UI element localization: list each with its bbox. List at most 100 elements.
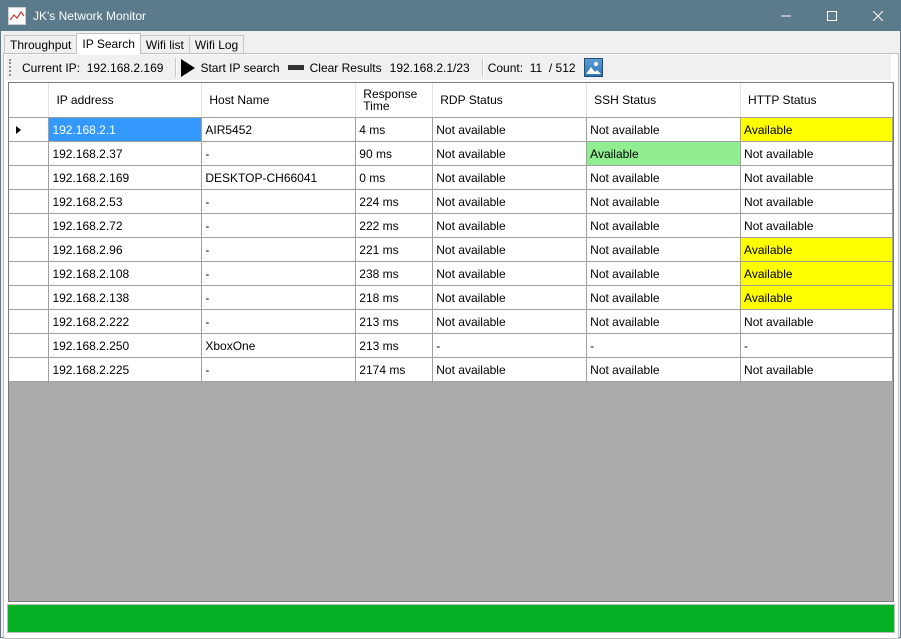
cell-ip[interactable]: 192.168.2.138 [48, 285, 203, 310]
cell-ip[interactable]: 192.168.2.37 [48, 141, 203, 166]
cell-http[interactable]: Available [740, 117, 893, 142]
column-header-response-time[interactable]: Response Time [355, 83, 434, 118]
cell-time[interactable]: 0 ms [355, 165, 434, 190]
tab-ip-search[interactable]: IP Search [76, 33, 141, 54]
subnet-field[interactable]: 192.168.2.1/23 [390, 61, 470, 75]
cell-host[interactable]: - [201, 309, 357, 334]
cell-rdp[interactable]: - [432, 333, 588, 358]
cell-ip[interactable]: 192.168.2.169 [48, 165, 203, 190]
cell-ssh[interactable]: Not available [586, 237, 742, 262]
cell-rdp[interactable]: Not available [432, 237, 588, 262]
cell-host[interactable]: XboxOne [201, 333, 357, 358]
tab-throughput[interactable]: Throughput [4, 35, 78, 53]
cell-ssh[interactable]: Not available [586, 165, 742, 190]
picture-icon[interactable] [583, 58, 603, 77]
cell-ip[interactable]: 192.168.2.96 [48, 237, 203, 262]
row-header[interactable] [9, 141, 50, 166]
cell-rdp[interactable]: Not available [432, 357, 588, 382]
cell-time[interactable]: 90 ms [355, 141, 434, 166]
results-grid[interactable]: IP address Host Name Response Time RDP S… [8, 82, 894, 602]
cell-ssh[interactable]: Not available [586, 189, 742, 214]
cell-http[interactable]: Not available [740, 309, 893, 334]
cell-ip[interactable]: 192.168.2.250 [48, 333, 203, 358]
cell-time[interactable]: 218 ms [355, 285, 434, 310]
tab-wifi-list[interactable]: Wifi list [139, 35, 190, 53]
cell-rdp[interactable]: Not available [432, 141, 588, 166]
table-row[interactable]: 192.168.2.53-224 ms Not available Not avai… [9, 189, 893, 214]
column-header-rdp[interactable]: RDP Status [432, 83, 588, 118]
cell-http[interactable]: Not available [740, 141, 893, 166]
cell-ssh[interactable]: Not available [586, 285, 742, 310]
table-row[interactable]: 192.168.2.37-90 ms Not available Available… [9, 141, 893, 166]
cell-ip[interactable]: 192.168.2.1 [48, 117, 203, 142]
cell-time[interactable]: 222 ms [355, 213, 434, 238]
cell-ip[interactable]: 192.168.2.225 [48, 357, 203, 382]
row-header[interactable] [9, 117, 50, 142]
cell-http[interactable]: Not available [740, 357, 893, 382]
row-header[interactable] [9, 189, 50, 214]
cell-ssh[interactable]: Not available [586, 117, 742, 142]
cell-rdp[interactable]: Not available [432, 189, 588, 214]
cell-http[interactable]: Available [740, 285, 893, 310]
cell-ip[interactable]: 192.168.2.72 [48, 213, 203, 238]
cell-host[interactable]: - [201, 237, 357, 262]
cell-ssh[interactable]: Not available [586, 261, 742, 286]
cell-ip[interactable]: 192.168.2.108 [48, 261, 203, 286]
cell-time[interactable]: 213 ms [355, 309, 434, 334]
table-row[interactable]: 192.168.2.72-222 ms Not available Not avai… [9, 213, 893, 238]
row-header[interactable] [9, 165, 50, 190]
table-row[interactable]: 192.168.2.222-213 ms Not available Not ava… [9, 309, 893, 334]
column-header-http[interactable]: HTTP Status [740, 83, 893, 118]
cell-rdp[interactable]: Not available [432, 117, 588, 142]
row-header[interactable] [9, 333, 50, 358]
cell-http[interactable]: Not available [740, 165, 893, 190]
cell-host[interactable]: - [201, 213, 357, 238]
table-row[interactable]: 192.168.2.108-238 ms Not available Not ava… [9, 261, 893, 286]
column-header-ip[interactable]: IP address [48, 83, 203, 118]
cell-time[interactable]: 238 ms [355, 261, 434, 286]
cell-time[interactable]: 213 ms [355, 333, 434, 358]
cell-ssh[interactable]: Not available [586, 309, 742, 334]
cell-http[interactable]: Not available [740, 213, 893, 238]
table-row[interactable]: 192.168.2.250 XboxOne 213 ms - - - [9, 333, 893, 358]
close-button[interactable] [855, 0, 901, 31]
cell-rdp[interactable]: Not available [432, 309, 588, 334]
row-header[interactable] [9, 357, 50, 382]
cell-host[interactable]: AIR5452 [201, 117, 357, 142]
cell-host[interactable]: - [201, 189, 357, 214]
cell-rdp[interactable]: Not available [432, 213, 588, 238]
row-header[interactable] [9, 213, 50, 238]
table-row[interactable]: 192.168.2.96-221 ms Not available Not avai… [9, 237, 893, 262]
row-header[interactable] [9, 261, 50, 286]
cell-http[interactable]: Available [740, 261, 893, 286]
row-header[interactable] [9, 237, 50, 262]
cell-ssh[interactable]: Not available [586, 213, 742, 238]
minimize-button[interactable] [763, 0, 809, 31]
cell-http[interactable]: Not available [740, 189, 893, 214]
cell-http[interactable]: Available [740, 237, 893, 262]
table-row[interactable]: 192.168.2.138-218 ms Not available Not ava… [9, 285, 893, 310]
cell-host[interactable]: DESKTOP-CH66041 [201, 165, 357, 190]
cell-ip[interactable]: 192.168.2.53 [48, 189, 203, 214]
tab-wifi-log[interactable]: Wifi Log [188, 35, 245, 53]
row-header[interactable] [9, 309, 50, 334]
cell-host[interactable]: - [201, 357, 357, 382]
table-row[interactable]: 192.168.2.1 AIR5452 4 ms Not available Not a… [9, 117, 893, 142]
column-header-ssh[interactable]: SSH Status [586, 83, 742, 118]
cell-time[interactable]: 4 ms [355, 117, 434, 142]
clear-results-button[interactable]: Clear Results [287, 61, 382, 75]
cell-rdp[interactable]: Not available [432, 285, 588, 310]
cell-host[interactable]: - [201, 141, 357, 166]
row-header[interactable] [9, 285, 50, 310]
cell-rdp[interactable]: Not available [432, 261, 588, 286]
cell-ssh[interactable]: Available [586, 141, 742, 166]
cell-rdp[interactable]: Not available [432, 165, 588, 190]
start-ip-search-button[interactable]: Start IP search [181, 58, 280, 77]
cell-ssh[interactable]: - [586, 333, 742, 358]
cell-host[interactable]: - [201, 261, 357, 286]
cell-ssh[interactable]: Not available [586, 357, 742, 382]
toolbar-grip[interactable] [9, 59, 14, 76]
column-header-host[interactable]: Host Name [201, 83, 357, 118]
cell-http[interactable]: - [740, 333, 893, 358]
cell-time[interactable]: 2174 ms [355, 357, 434, 382]
